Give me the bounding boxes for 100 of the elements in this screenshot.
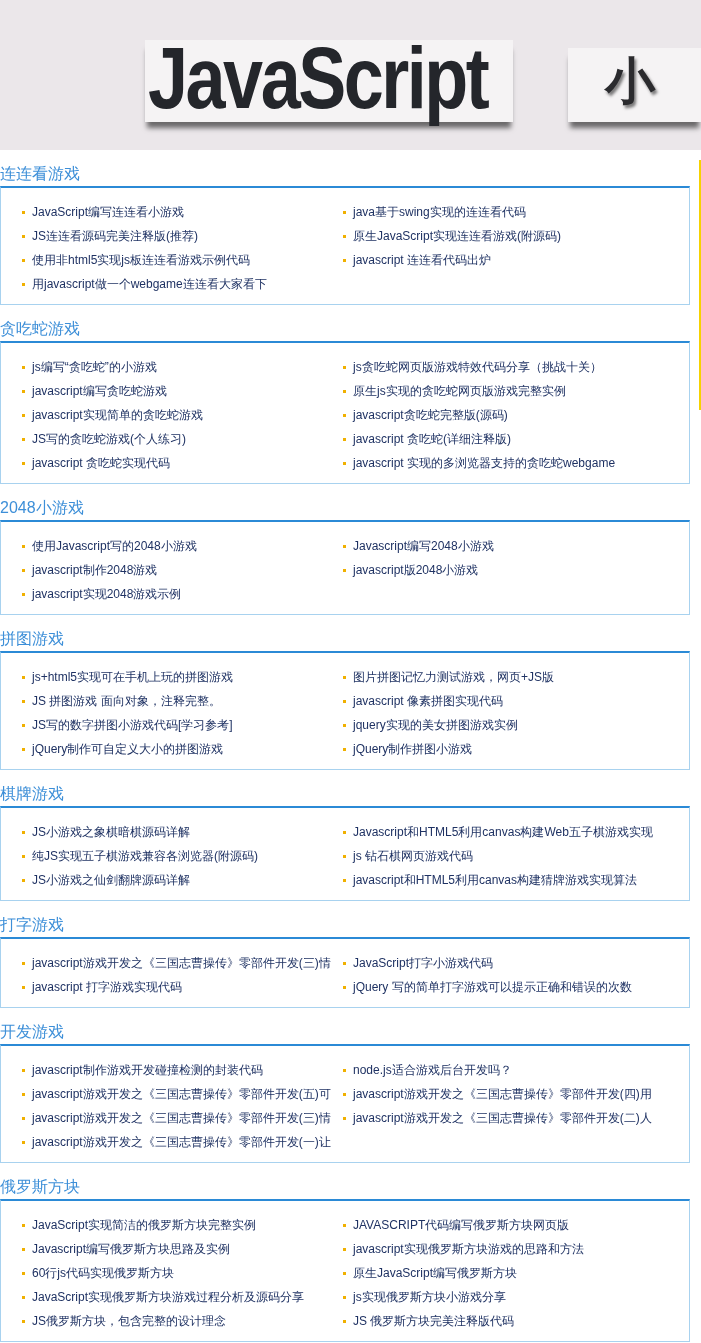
bullet-icon: [22, 1247, 25, 1251]
bullet-icon: [343, 723, 346, 727]
bullet-icon: [22, 1068, 25, 1072]
article-link[interactable]: JavaScript打字小游戏代码: [353, 955, 494, 971]
article-link[interactable]: javascript制作2048游戏: [32, 562, 158, 578]
bullet-icon: [22, 365, 25, 369]
bullet-icon: [343, 1319, 346, 1323]
bullet-icon: [343, 878, 346, 882]
bullet-icon: [22, 568, 25, 572]
article-link[interactable]: JavaScript编写连连看小游戏: [32, 204, 185, 220]
bullet-icon: [22, 1319, 25, 1323]
article-link[interactable]: Javascript和HTML5利用canvas构建Web五子棋游戏实现: [353, 824, 653, 840]
bullet-icon: [22, 461, 25, 465]
article-link[interactable]: javascript 像素拼图实现代码: [353, 693, 504, 709]
article-link[interactable]: js 钻石棋网页游戏代码: [353, 848, 473, 864]
article-link[interactable]: 60行js代码实现俄罗斯方块: [32, 1265, 174, 1281]
article-link[interactable]: JS 拼图游戏 面向对象，注释完整。: [32, 693, 221, 709]
bullet-icon: [343, 437, 346, 441]
article-link[interactable]: JS小游戏之仙剑翻牌源码详解: [32, 872, 190, 888]
article-link[interactable]: 图片拼图记忆力测试游戏，网页+JS版: [353, 669, 554, 685]
section-heading: 2048小游戏: [0, 498, 84, 518]
bullet-icon: [343, 461, 346, 465]
article-link[interactable]: javascript游戏开发之《三国志曹操传》零部件开发(四)用: [353, 1086, 652, 1102]
bullet-icon: [343, 961, 346, 965]
article-link[interactable]: javascript 贪吃蛇(详细注释版): [353, 431, 511, 447]
article-link[interactable]: 原生JavaScript实现连连看游戏(附源码): [353, 228, 561, 244]
article-link[interactable]: javascript和HTML5利用canvas构建猜牌游戏实现算法: [353, 872, 638, 888]
section-heading: 俄罗斯方块: [0, 1177, 80, 1197]
article-link[interactable]: java基于swing实现的连连看代码: [353, 204, 526, 220]
bullet-icon: [343, 1092, 346, 1096]
article-link[interactable]: js+html5实现可在手机上玩的拼图游戏: [32, 669, 234, 685]
section-heading: 拼图游戏: [0, 629, 64, 649]
article-link[interactable]: JS写的数字拼图小游戏代码[学习参考]: [32, 717, 233, 733]
article-link[interactable]: javascript版2048小游戏: [353, 562, 479, 578]
bullet-icon: [343, 365, 346, 369]
article-link[interactable]: javascript游戏开发之《三国志曹操传》零部件开发(三)情: [32, 955, 331, 971]
bullet-icon: [22, 1295, 25, 1299]
section-heading: 开发游戏: [0, 1022, 64, 1042]
article-link[interactable]: javascript 打字游戏实现代码: [32, 979, 183, 995]
article-link[interactable]: 使用Javascript写的2048小游戏: [32, 538, 197, 554]
bullet-icon: [343, 830, 346, 834]
article-link[interactable]: javascript 实现的多浏览器支持的贪吃蛇webgame: [353, 455, 616, 471]
bullet-icon: [22, 1140, 25, 1144]
article-link[interactable]: JS连连看源码完美注释版(推荐): [32, 228, 198, 244]
article-link[interactable]: 使用非html5实现js板连连看游戏示例代码: [32, 252, 250, 268]
bullet-icon: [22, 1223, 25, 1227]
article-link[interactable]: jquery实现的美女拼图游戏实例: [353, 717, 518, 733]
section-heading: 棋牌游戏: [0, 784, 64, 804]
bullet-icon: [22, 413, 25, 417]
bullet-icon: [22, 747, 25, 751]
bullet-icon: [343, 675, 346, 679]
bullet-icon: [22, 699, 25, 703]
article-link[interactable]: Javascript编写2048小游戏: [353, 538, 494, 554]
article-link[interactable]: jQuery 写的简单打字游戏可以提示正确和错误的次数: [353, 979, 632, 995]
article-link[interactable]: javascript实现俄罗斯方块游戏的思路和方法: [353, 1241, 584, 1257]
article-link[interactable]: javascript游戏开发之《三国志曹操传》零部件开发(二)人: [353, 1110, 652, 1126]
article-link[interactable]: javascript贪吃蛇完整版(源码): [353, 407, 508, 423]
article-link[interactable]: javascript实现简单的贪吃蛇游戏: [32, 407, 203, 423]
bullet-icon: [22, 1271, 25, 1275]
article-link[interactable]: JavaScript实现简洁的俄罗斯方块完整实例: [32, 1217, 257, 1233]
bullet-icon: [22, 723, 25, 727]
article-link[interactable]: 用javascript做一个webgame连连看大家看下: [32, 276, 267, 292]
bullet-icon: [343, 210, 346, 214]
bullet-icon: [22, 1116, 25, 1120]
article-link[interactable]: JAVASCRIPT代码编写俄罗斯方块网页版: [353, 1217, 570, 1233]
article-link[interactable]: js实现俄罗斯方块小游戏分享: [353, 1289, 506, 1305]
article-link[interactable]: JS俄罗斯方块，包含完整的设计理念: [32, 1313, 226, 1329]
article-link[interactable]: javascript游戏开发之《三国志曹操传》零部件开发(三)情: [32, 1110, 331, 1126]
bullet-icon: [22, 544, 25, 548]
article-link[interactable]: JavaScript实现俄罗斯方块游戏过程分析及源码分享: [32, 1289, 305, 1305]
bullet-icon: [343, 1116, 346, 1120]
bullet-icon: [22, 258, 25, 262]
article-link[interactable]: 原生JavaScript编写俄罗斯方块: [353, 1265, 518, 1281]
bullet-icon: [343, 568, 346, 572]
article-link[interactable]: js贪吃蛇网页版游戏特效代码分享（挑战十关）: [353, 359, 602, 375]
article-link[interactable]: javascript 连连看代码出炉: [353, 252, 492, 268]
article-link[interactable]: 纯JS实现五子棋游戏兼容各浏览器(附源码): [32, 848, 258, 864]
article-link[interactable]: javascript游戏开发之《三国志曹操传》零部件开发(一)让: [32, 1134, 331, 1150]
bullet-icon: [22, 675, 25, 679]
bullet-icon: [343, 1295, 346, 1299]
article-link[interactable]: jQuery制作可自定义大小的拼图游戏: [32, 741, 224, 757]
article-link[interactable]: javascript制作游戏开发碰撞检测的封装代码: [32, 1062, 263, 1078]
bullet-icon: [343, 699, 346, 703]
bullet-icon: [343, 258, 346, 262]
article-link[interactable]: node.js适合游戏后台开发吗？: [353, 1062, 512, 1078]
bullet-icon: [343, 544, 346, 548]
article-link[interactable]: jQuery制作拼图小游戏: [353, 741, 473, 757]
article-link[interactable]: javascript游戏开发之《三国志曹操传》零部件开发(五)可: [32, 1086, 331, 1102]
bullet-icon: [343, 234, 346, 238]
article-link[interactable]: JS 俄罗斯方块完美注释版代码: [353, 1313, 515, 1329]
article-link[interactable]: js编写“贪吃蛇”的小游戏: [32, 359, 157, 375]
article-link[interactable]: javascript编写贪吃蛇游戏: [32, 383, 167, 399]
article-link[interactable]: 原生js实现的贪吃蛇网页版游戏完整实例: [353, 383, 566, 399]
article-link[interactable]: JS写的贪吃蛇游戏(个人练习): [32, 431, 186, 447]
article-link[interactable]: JS小游戏之象棋暗棋源码详解: [32, 824, 190, 840]
article-link[interactable]: javascript实现2048游戏示例: [32, 586, 182, 602]
article-link[interactable]: javascript 贪吃蛇实现代码: [32, 455, 171, 471]
bullet-icon: [22, 830, 25, 834]
article-link[interactable]: Javascript编写俄罗斯方块思路及实例: [32, 1241, 231, 1257]
bullet-icon: [22, 878, 25, 882]
